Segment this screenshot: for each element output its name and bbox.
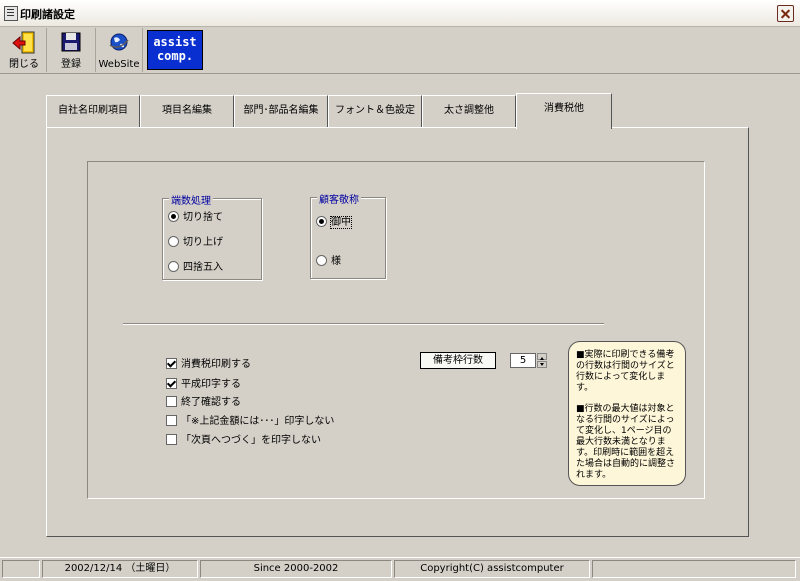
remarks-rows-value[interactable]: 5 [510,353,536,368]
radio-label: 御中 [330,216,352,229]
status-date: 2002/12/14 （土曜日） [42,560,198,578]
check-heisei-print[interactable]: 平成印字する [166,375,241,390]
radio-label: 四捨五入 [183,262,223,273]
checkbox-indicator [166,415,177,426]
tab-department-part-name-edit[interactable]: 部門･部品名編集 [234,95,328,127]
remarks-rows-stepper[interactable]: 5 [510,353,548,368]
checkbox-indicator [166,378,177,389]
tab-thickness-adjust[interactable]: 太さ調整他 [422,95,516,127]
tab-font-color-settings[interactable]: フォント＆色設定 [328,95,422,127]
close-button[interactable]: 閉じる [2,28,47,72]
rounding-group-title: 端数処理 [169,192,213,207]
spin-down-icon[interactable] [537,361,547,368]
note-paragraph-2: ■行数の最大値は対象となる行間のサイズによって変化し、1ページ目の最大行数未満と… [576,404,676,480]
checkbox-label: 平成印字する [181,379,241,390]
tab-consumption-tax[interactable]: 消費税他 [516,93,612,129]
remarks-info-note: ■実際に印刷できる備考の行数は行間のサイズと行数によって変化します。 ■行数の最… [568,341,686,486]
status-copyright: Copyright(C) assistcomputer [394,560,590,578]
spin-up-icon[interactable] [537,353,547,360]
radio-indicator [168,261,179,272]
close-button-label: 閉じる [9,59,39,70]
check-print-consumption-tax[interactable]: 消費税印刷する [166,355,251,370]
window-title: 印刷諸設定 [20,8,75,21]
floppy-disk-icon [61,32,81,52]
radio-indicator [316,216,327,227]
assist-comp-logo[interactable]: assist comp. [147,30,203,70]
check-no-amount-note[interactable]: 「※上記金額には･･･」印字しない [166,412,334,427]
status-cell-empty [2,560,40,578]
check-exit-confirm[interactable]: 終了確認する [166,393,241,408]
app-icon [4,6,18,21]
status-since: Since 2000-2002 [200,560,392,578]
radio-round-down[interactable]: 切り捨て [168,208,223,223]
checkbox-indicator [166,434,177,445]
register-button[interactable]: 登録 [47,28,96,72]
tab-company-print-items[interactable]: 自社名印刷項目 [46,95,140,127]
print-settings-window: 印刷諸設定 閉じる 登録 WebSite assist comp. 自社名印刷項… [0,0,800,580]
radio-label: 切り上げ [183,237,223,248]
logo-line-1: assist [153,35,197,49]
toolbar: 閉じる 登録 WebSite assist comp. [0,27,800,74]
radio-indicator [316,255,327,266]
exit-door-icon [12,31,35,54]
website-button-label: WebSite [98,59,140,70]
honorific-group-title: 顧客敬称 [317,191,361,206]
checkbox-indicator [166,396,177,407]
radio-sama[interactable]: 様 [316,252,341,267]
section-divider [123,323,604,325]
radio-indicator [168,211,179,222]
status-bar: 2002/12/14 （土曜日） Since 2000-2002 Copyrig… [0,557,800,581]
checkbox-label: 終了確認する [181,397,241,408]
radio-label: 様 [331,256,341,267]
radio-round-up[interactable]: 切り上げ [168,233,223,248]
note-paragraph-1: ■実際に印刷できる備考の行数は行間のサイズと行数によって変化します。 [576,350,675,393]
logo-line-2: comp. [156,49,194,63]
tab-item-name-edit[interactable]: 項目名編集 [140,95,234,127]
radio-label: 切り捨て [183,212,223,223]
status-cell-right [592,560,796,578]
check-no-continued-next-page[interactable]: 「次頁へつづく」を印字しない [166,431,321,446]
checkbox-label: 消費税印刷する [181,359,251,370]
website-button[interactable]: WebSite [96,28,143,72]
radio-indicator [168,236,179,247]
globe-icon [109,33,129,51]
title-bar: 印刷諸設定 [0,0,800,27]
checkbox-label: 「次頁へつづく」を印字しない [181,435,321,446]
remarks-rows-button[interactable]: 備考枠行数 [420,352,496,369]
close-window-button[interactable] [777,5,794,22]
radio-onchu[interactable]: 御中 [316,213,352,229]
register-button-label: 登録 [61,59,81,70]
checkbox-label: 「※上記金額には･･･」印字しない [181,416,335,427]
radio-round-half[interactable]: 四捨五入 [168,258,223,273]
checkbox-indicator [166,358,177,369]
